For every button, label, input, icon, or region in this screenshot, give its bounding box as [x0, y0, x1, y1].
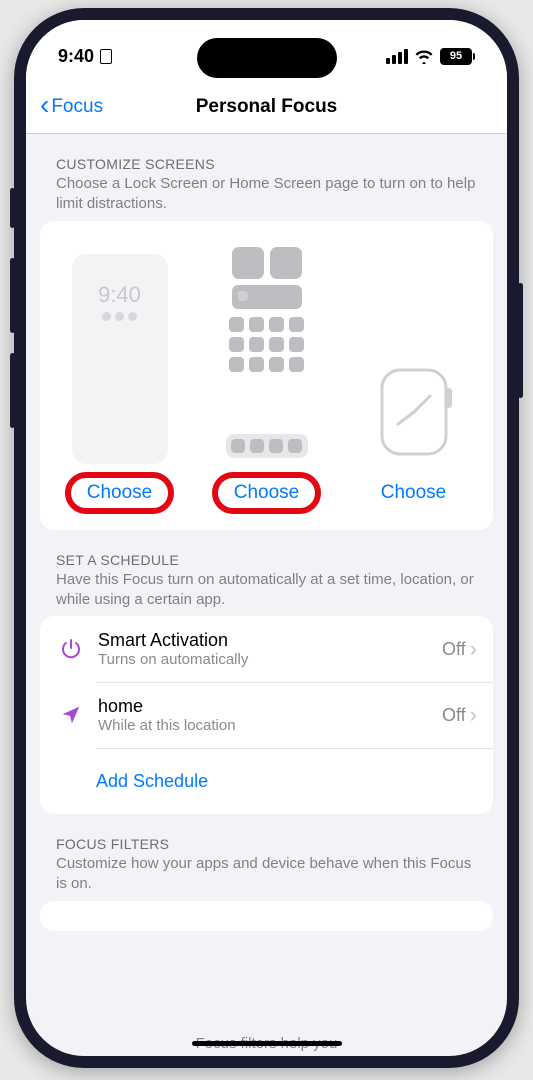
add-schedule-label: Add Schedule	[96, 771, 208, 792]
location-home-row[interactable]: home While at this location Off ›	[40, 682, 493, 748]
battery-icon: 95	[440, 48, 475, 65]
back-label: Focus	[51, 96, 103, 118]
section-desc-customize: Choose a Lock Screen or Home Screen page…	[56, 174, 477, 215]
section-title-schedule: SET A SCHEDULE	[56, 552, 477, 568]
row-subtitle: Turns on automatically	[98, 651, 442, 668]
focus-filters-card	[40, 901, 493, 931]
power-icon	[56, 637, 86, 661]
side-button-silent	[10, 188, 15, 228]
customize-screens-card: 9:40 Choose Choose	[40, 221, 493, 530]
watch-face-column: Choose	[344, 360, 483, 510]
section-schedule-header: SET A SCHEDULE Have this Focus turn on a…	[40, 530, 493, 617]
row-title: home	[98, 696, 442, 717]
choose-watch-face-button[interactable]: Choose	[365, 476, 463, 510]
chevron-right-icon: ›	[470, 636, 477, 662]
row-subtitle: While at this location	[98, 717, 442, 734]
side-button-power	[518, 283, 523, 398]
section-customize-header: CUSTOMIZE SCREENS Choose a Lock Screen o…	[40, 134, 493, 221]
phone-frame: 9:40 95 ‹ Focus Personal Focus	[14, 8, 519, 1068]
home-indicator[interactable]	[192, 1041, 342, 1046]
chevron-right-icon: ›	[470, 702, 477, 728]
status-time: 9:40	[58, 46, 94, 67]
wifi-icon	[414, 48, 434, 64]
lock-preview-widgets	[72, 312, 168, 321]
section-desc-schedule: Have this Focus turn on automatically at…	[56, 570, 477, 611]
section-desc-filters: Customize how your apps and device behav…	[56, 854, 477, 895]
section-title-filters: FOCUS FILTERS	[56, 836, 477, 852]
cellular-icon	[386, 49, 408, 64]
add-schedule-row[interactable]: Add Schedule	[40, 748, 493, 814]
lock-preview-time: 9:40	[72, 282, 168, 308]
section-filters-header: FOCUS FILTERS Customize how your apps an…	[40, 814, 493, 901]
lock-screen-preview[interactable]: 9:40	[72, 254, 168, 464]
nav-bar: ‹ Focus Personal Focus	[26, 80, 507, 134]
schedule-list: Smart Activation Turns on automatically …	[40, 616, 493, 814]
side-button-volume-down	[10, 353, 15, 428]
section-title-customize: CUSTOMIZE SCREENS	[56, 156, 477, 172]
chevron-left-icon: ‹	[40, 91, 49, 119]
back-button[interactable]: ‹ Focus	[26, 95, 103, 119]
home-screen-preview[interactable]	[217, 239, 317, 464]
screen: 9:40 95 ‹ Focus Personal Focus	[26, 20, 507, 1056]
watch-face-preview[interactable]	[368, 360, 460, 464]
home-screen-column: Choose	[197, 239, 336, 510]
lock-screen-column: 9:40 Choose	[50, 254, 189, 510]
choose-lock-screen-button[interactable]: Choose	[71, 476, 169, 510]
dynamic-island	[197, 38, 337, 78]
row-value: Off	[442, 705, 466, 726]
choose-home-screen-button[interactable]: Choose	[218, 476, 316, 510]
sim-icon	[100, 49, 112, 64]
row-value: Off	[442, 639, 466, 660]
battery-level: 95	[440, 48, 472, 65]
row-title: Smart Activation	[98, 630, 442, 651]
location-arrow-icon	[56, 704, 86, 726]
side-button-volume-up	[10, 258, 15, 333]
smart-activation-row[interactable]: Smart Activation Turns on automatically …	[40, 616, 493, 682]
